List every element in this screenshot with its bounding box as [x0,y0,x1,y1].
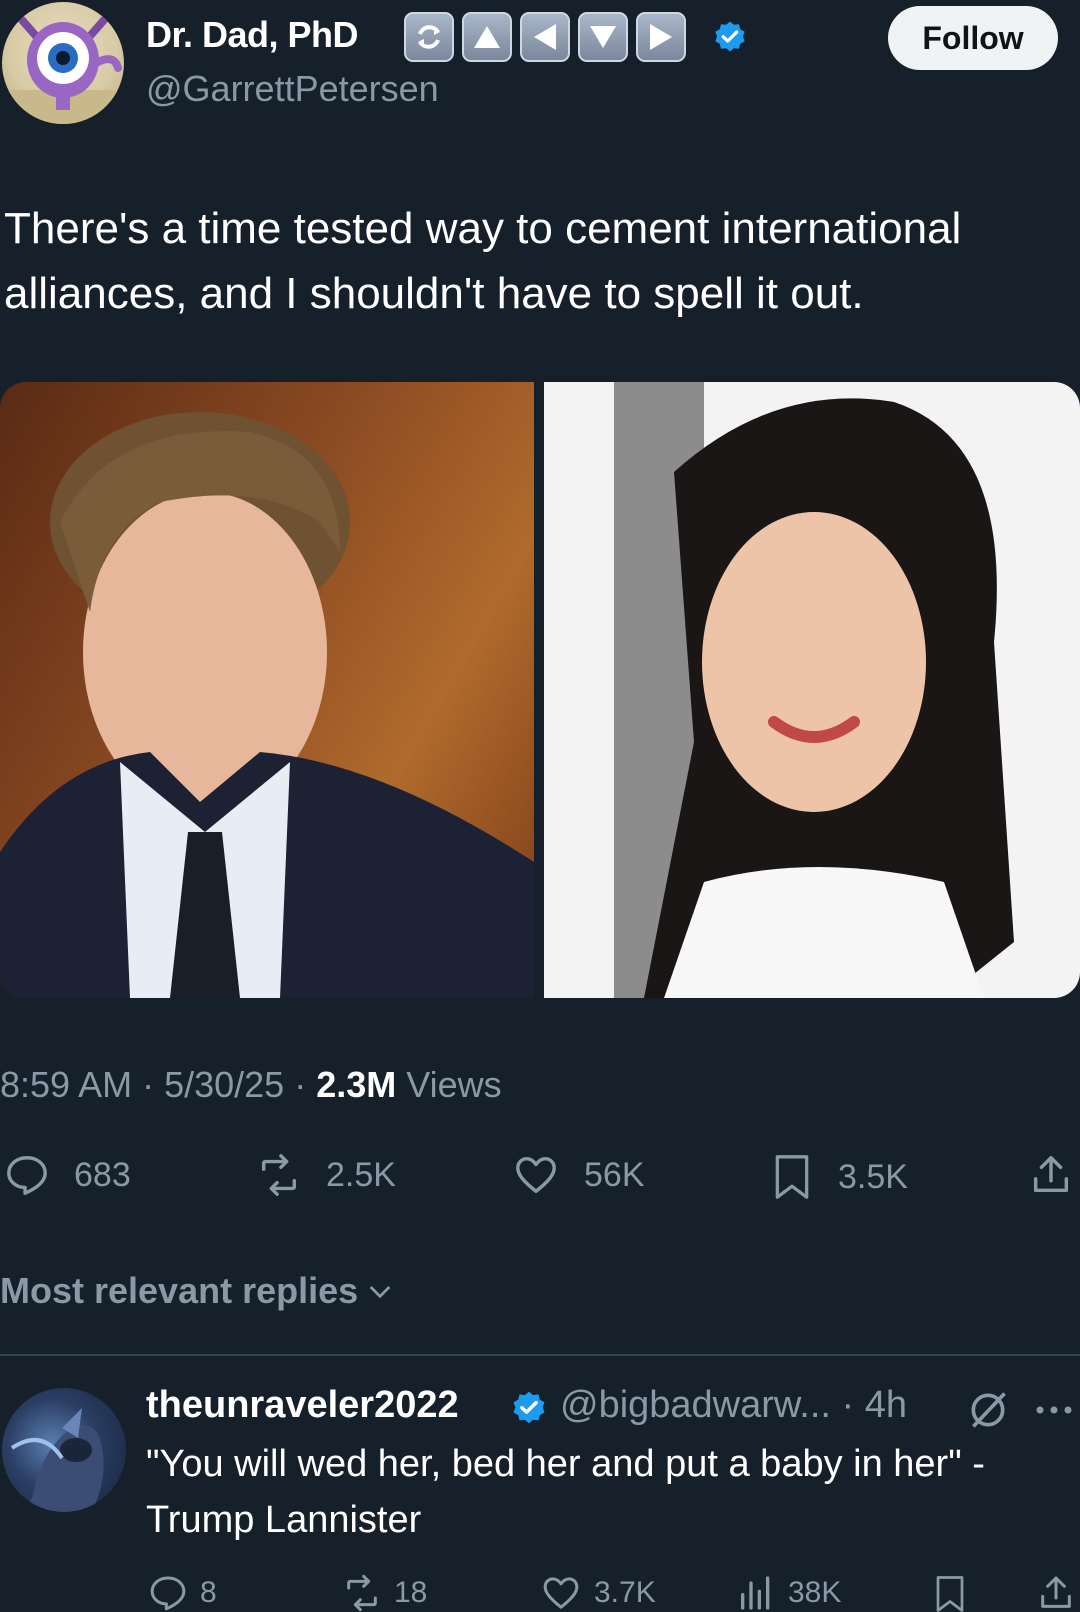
reply-share-button[interactable] [1036,1573,1080,1612]
replies-sort-label: Most relevant replies [0,1270,359,1311]
grok-icon[interactable] [966,1388,1010,1432]
tweet-text: There's a time tested way to cement inte… [4,204,962,318]
reply-icon [7,1156,47,1195]
arrow-up-icon [462,12,512,62]
reply-button[interactable]: 683 [4,1152,131,1198]
reply-avatar[interactable] [2,1388,126,1512]
reply-reply-count: 8 [200,1576,217,1609]
arrow-left-icon [520,12,570,62]
reply-bookmark-button[interactable] [932,1573,980,1612]
reply-like-button[interactable]: 3.7K [540,1573,656,1612]
reply-display-name[interactable]: theunraveler2022 [146,1384,459,1427]
reply-handle-time[interactable]: @bigbadwarw... · 4h [560,1384,907,1427]
bookmark-icon [936,1576,964,1612]
reply-views-button[interactable]: 38K [736,1573,841,1612]
repost-count: 2.5K [326,1155,396,1194]
tweet-photo-right[interactable] [544,382,1080,998]
section-divider [0,1354,1080,1356]
author-handle[interactable]: @GarrettPetersen [146,68,439,110]
reply-repost-count: 18 [394,1576,428,1609]
heart-icon [516,1156,556,1194]
reply-count: 683 [74,1155,131,1194]
replies-sort-dropdown[interactable]: Most relevant replies [0,1270,396,1312]
reply-like-count: 3.7K [594,1576,656,1609]
share-icon [1041,1576,1071,1608]
tweet-timestamp: 8:59 AM · 5/30/25 · [0,1064,317,1105]
arrow-down-icon [578,12,628,62]
reply-icon [150,1576,186,1611]
repost-button[interactable]: 2.5K [256,1152,396,1198]
reply-reply-button[interactable]: 8 [148,1573,217,1612]
verified-badge-icon [513,1391,545,1424]
reply-repost-button[interactable]: 18 [342,1573,427,1612]
views-count: 2.3M [316,1064,397,1105]
refresh-icon [404,12,454,62]
like-button[interactable]: 56K [512,1152,645,1198]
bookmark-icon [775,1155,809,1199]
views-label: Views [396,1064,502,1105]
author-avatar[interactable] [2,2,124,124]
repost-icon [347,1574,377,1612]
more-options-icon[interactable] [1032,1400,1076,1420]
like-count: 56K [584,1155,645,1194]
share-button[interactable] [1028,1152,1080,1198]
repost-icon [261,1154,297,1196]
bookmark-count: 3.5K [838,1157,908,1196]
tweet-meta: 8:59 AM · 5/30/25 · 2.3M Views [0,1064,502,1106]
reply-text: "You will wed her, bed her and put a bab… [146,1443,985,1541]
verified-badge-icon [715,21,745,52]
follow-button[interactable]: Follow [888,6,1058,70]
eyeball-monster-icon [2,16,124,124]
arrow-right-icon [636,12,686,62]
author-display-name[interactable]: Dr. Dad, PhD [146,14,359,56]
bookmark-button[interactable]: 3.5K [770,1152,908,1202]
chevron-down-icon [369,1286,391,1299]
tweet-photo-left[interactable] [0,382,534,998]
heart-icon [543,1577,579,1609]
reply-views-count: 38K [788,1576,842,1609]
views-chart-icon [741,1576,770,1610]
share-icon [1033,1156,1069,1193]
